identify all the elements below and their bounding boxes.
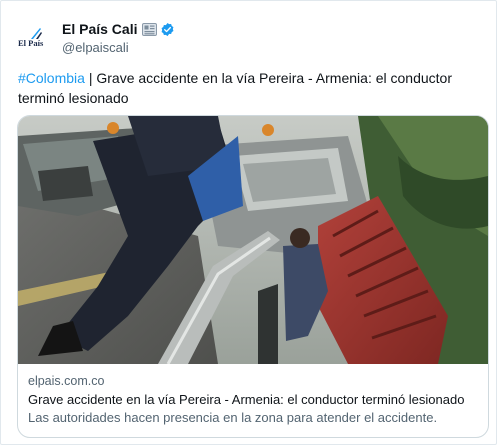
newspaper-icon: [142, 22, 158, 36]
link-preview-card[interactable]: elpais.com.co Grave accidente en la vía …: [17, 115, 489, 438]
card-description: Las autoridades hacen presencia en la zo…: [28, 410, 438, 425]
hashtag-link[interactable]: #Colombia: [18, 70, 85, 86]
display-name[interactable]: El País Cali: [62, 21, 137, 37]
verified-icon[interactable]: [160, 22, 175, 37]
text-separator: |: [84, 70, 97, 86]
avatar[interactable]: El País: [16, 24, 50, 58]
handle[interactable]: @elpaiscali: [62, 40, 129, 55]
tweet-text: #Colombia | Grave accidente en la vía Pe…: [18, 68, 483, 108]
tweet-card: El País El País Cali @elpaiscali #Colomb…: [0, 0, 497, 445]
card-domain[interactable]: elpais.com.co: [28, 374, 104, 388]
avatar-logo-text: El País: [18, 38, 44, 48]
card-title[interactable]: Grave accidente en la vía Pereira - Arme…: [28, 392, 464, 407]
author-name-row: El País Cali: [62, 20, 175, 38]
card-image[interactable]: [18, 116, 488, 364]
